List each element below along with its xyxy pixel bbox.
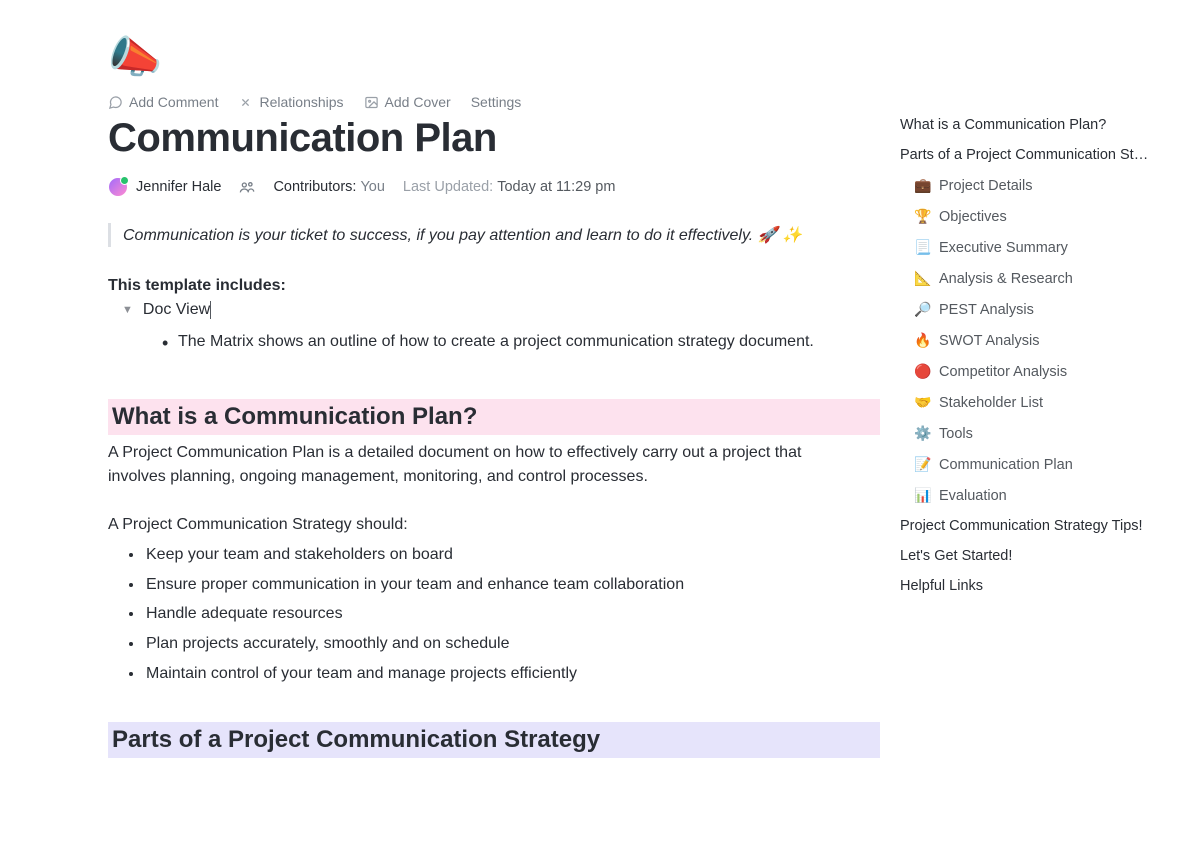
memo-icon: 📝 — [914, 456, 932, 473]
toc-item[interactable]: Helpful Links — [900, 571, 1172, 601]
toggle-bullet[interactable]: The Matrix shows an outline of how to cr… — [178, 329, 878, 355]
list-item[interactable]: Plan projects accurately, smoothly and o… — [144, 629, 880, 659]
chevron-down-icon[interactable]: ▼ — [122, 304, 133, 316]
add-cover-label: Add Cover — [385, 94, 451, 110]
toc-sub-label: SWOT Analysis — [939, 333, 1039, 349]
add-cover-button[interactable]: Add Cover — [364, 94, 451, 110]
briefcase-icon: 💼 — [914, 177, 932, 194]
author-avatar[interactable] — [108, 177, 128, 197]
page-icon[interactable]: 📣 — [108, 36, 880, 86]
toc-sub-label: PEST Analysis — [939, 302, 1034, 318]
relationships-button[interactable]: Relationships — [238, 94, 343, 110]
toc-sub-label: Objectives — [939, 209, 1007, 225]
list-item[interactable]: Handle adequate resources — [144, 599, 880, 629]
image-icon — [364, 95, 379, 110]
toc-sub-item[interactable]: 🔎 PEST Analysis — [900, 294, 1172, 325]
bar-chart-icon: 📊 — [914, 487, 932, 504]
toc-sub-label: Executive Summary — [939, 240, 1068, 256]
toc-sub-item[interactable]: 📝 Communication Plan — [900, 449, 1172, 480]
page-toolbar: Add Comment Relationships Add Cover Sett… — [108, 94, 880, 110]
settings-label: Settings — [471, 94, 522, 110]
red-circle-icon: 🔴 — [914, 363, 932, 380]
relationships-icon — [238, 95, 253, 110]
toc-sub-item[interactable]: ⚙️ Tools — [900, 418, 1172, 449]
toc-sub-label: Project Details — [939, 178, 1032, 194]
gear-icon: ⚙️ — [914, 425, 932, 442]
comment-icon — [108, 95, 123, 110]
toc-item[interactable]: Let's Get Started! — [900, 541, 1172, 571]
toc-item[interactable]: Project Communication Strategy Tips! — [900, 511, 1172, 541]
toc-sub-label: Evaluation — [939, 488, 1007, 504]
toc-sub-label: Stakeholder List — [939, 395, 1043, 411]
add-comment-button[interactable]: Add Comment — [108, 94, 218, 110]
contributors-value[interactable]: You — [360, 179, 384, 195]
toc-sub-item[interactable]: 💼 Project Details — [900, 170, 1172, 201]
toc-sub-item[interactable]: 🔥 SWOT Analysis — [900, 325, 1172, 356]
template-includes-heading[interactable]: This template includes: — [108, 277, 880, 295]
outline-sidebar: What is a Communication Plan? Parts of a… — [880, 0, 1180, 845]
page-meta: Jennifer Hale Contributors: You Last Upd… — [108, 177, 880, 197]
toc-item[interactable]: Parts of a Project Communication St… — [900, 140, 1172, 170]
list-item[interactable]: Maintain control of your team and manage… — [144, 659, 880, 689]
updated-value: Today at 11:29 pm — [497, 179, 615, 195]
magnify-icon: 🔎 — [914, 301, 932, 318]
author-name[interactable]: Jennifer Hale — [136, 179, 221, 195]
toc-sub-item[interactable]: 🏆 Objectives — [900, 201, 1172, 232]
page-icon: 📃 — [914, 239, 932, 256]
toc-sub-item[interactable]: 📃 Executive Summary — [900, 232, 1172, 263]
page-title[interactable]: Communication Plan — [108, 116, 880, 161]
toc-sub-label: Tools — [939, 426, 973, 442]
toggle-doc-view[interactable]: ▼ Doc View — [122, 301, 880, 319]
people-icon — [239, 179, 255, 195]
toc-sub-item[interactable]: 🤝 Stakeholder List — [900, 387, 1172, 418]
toc-sub-item[interactable]: 📊 Evaluation — [900, 480, 1172, 511]
toggle-label: Doc View — [143, 301, 210, 319]
quote-block[interactable]: Communication is your ticket to success,… — [108, 223, 880, 247]
list-item[interactable]: Ensure proper communication in your team… — [144, 570, 880, 600]
quote-text: Communication is your ticket to success,… — [123, 227, 802, 244]
toc-sub-label: Competitor Analysis — [939, 364, 1067, 380]
section1-list[interactable]: Keep your team and stakeholders on board… — [144, 540, 880, 688]
text-cursor — [210, 301, 211, 319]
toc-item[interactable]: What is a Communication Plan? — [900, 110, 1172, 140]
handshake-icon: 🤝 — [914, 394, 932, 411]
trophy-icon: 🏆 — [914, 208, 932, 225]
section-heading-parts[interactable]: Parts of a Project Communication Strateg… — [108, 722, 880, 758]
add-comment-label: Add Comment — [129, 94, 218, 110]
section1-subhead[interactable]: A Project Communication Strategy should: — [108, 516, 880, 534]
relationships-label: Relationships — [259, 94, 343, 110]
section1-body[interactable]: A Project Communication Plan is a detail… — [108, 441, 860, 491]
toc-sub-label: Analysis & Research — [939, 271, 1073, 287]
fire-icon: 🔥 — [914, 332, 932, 349]
list-item[interactable]: Keep your team and stakeholders on board — [144, 540, 880, 570]
document-main: 📣 Add Comment Relationships Add Cover — [0, 0, 880, 845]
section-heading-what-is[interactable]: What is a Communication Plan? — [108, 399, 880, 435]
contributors-label: Contributors: — [273, 179, 356, 195]
settings-button[interactable]: Settings — [471, 94, 522, 110]
toc-sub-item[interactable]: 🔴 Competitor Analysis — [900, 356, 1172, 387]
toc-sub-item[interactable]: 📐 Analysis & Research — [900, 263, 1172, 294]
toc-sub-label: Communication Plan — [939, 457, 1073, 473]
ruler-icon: 📐 — [914, 270, 932, 287]
updated-label: Last Updated: — [403, 179, 493, 195]
